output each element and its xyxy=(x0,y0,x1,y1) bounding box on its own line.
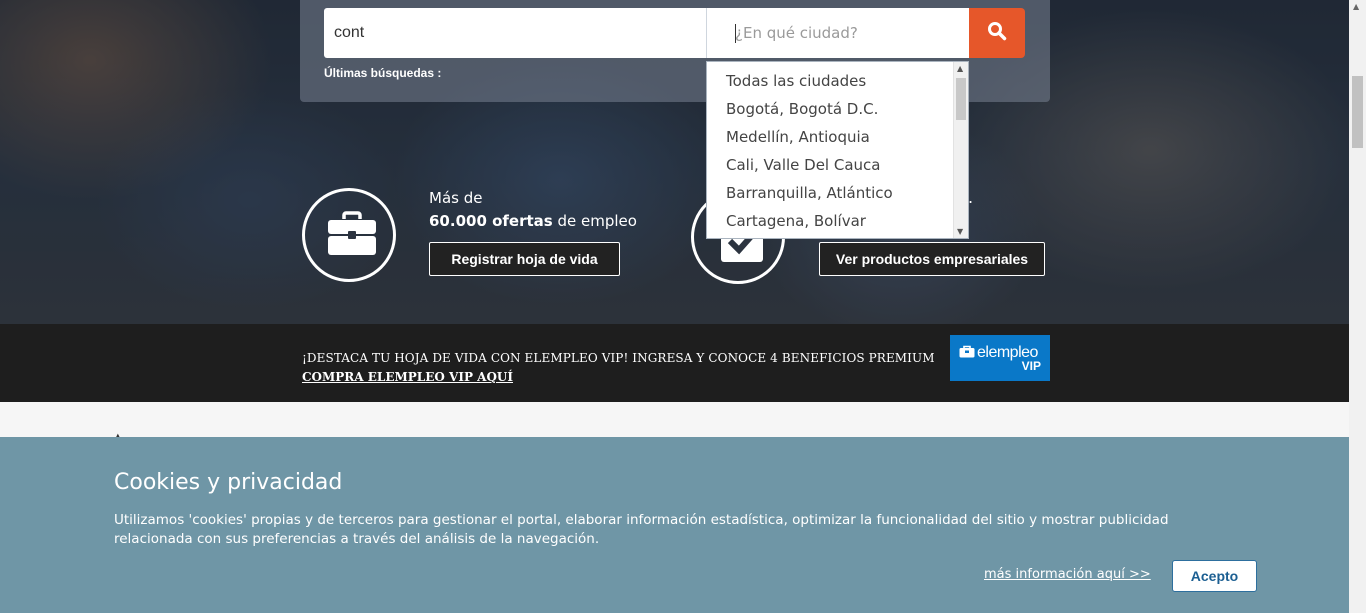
city-option-barranquilla[interactable]: Barranquilla, Atlántico xyxy=(707,179,968,207)
vip-headline: ¡DESTACA TU HOJA DE VIDA CON ELEMPLEO VI… xyxy=(302,351,935,365)
offers-circle xyxy=(302,188,396,282)
vip-buy-link[interactable]: COMPRA ELEMPLEO VIP AQUÍ xyxy=(302,370,513,384)
offers-count-line: 60.000 ofertas de empleo xyxy=(429,212,637,230)
keyword-input[interactable] xyxy=(324,8,706,58)
city-option-cali[interactable]: Cali, Valle Del Cauca xyxy=(707,151,968,179)
city-dropdown-list[interactable]: Todas las ciudades Bogotá, Bogotá D.C. M… xyxy=(706,61,969,239)
city-option-bogota[interactable]: Bogotá, Bogotá D.C. xyxy=(707,95,968,123)
cookie-title: Cookies y privacidad xyxy=(114,470,343,495)
register-cv-button[interactable]: Registrar hoja de vida xyxy=(429,242,620,276)
logo-vip-text: VIP xyxy=(1021,359,1041,373)
page-scroll-up-icon[interactable]: ▲ xyxy=(1353,2,1359,11)
city-input[interactable] xyxy=(706,8,969,58)
cookie-accept-button[interactable]: Acepto xyxy=(1172,560,1257,592)
text-caret xyxy=(735,24,736,43)
offers-count: 60.000 ofertas xyxy=(429,212,553,230)
vip-banner: ¡DESTACA TU HOJA DE VIDA CON ELEMPLEO VI… xyxy=(0,324,1349,402)
scroll-down-icon[interactable]: ▼ xyxy=(957,227,963,236)
city-option-all[interactable]: Todas las ciudades xyxy=(707,67,968,95)
cookie-more-info-link[interactable]: más información aquí >> xyxy=(984,567,1151,582)
elempleo-vip-logo[interactable]: elempleo VIP xyxy=(950,335,1050,381)
city-option-medellin[interactable]: Medellín, Antioquia xyxy=(707,123,968,151)
scroll-up-icon[interactable]: ▲ xyxy=(957,64,963,73)
business-products-button[interactable]: Ver productos empresariales xyxy=(819,242,1045,276)
dropdown-scroll-thumb[interactable] xyxy=(956,78,966,120)
offers-suffix: de empleo xyxy=(552,212,637,230)
briefcase-icon xyxy=(326,211,378,261)
cookie-description: Utilizamos 'cookies' propias y de tercer… xyxy=(114,512,1169,547)
page-scroll-thumb[interactable] xyxy=(1352,76,1363,148)
city-option-cartagena[interactable]: Cartagena, Bolívar xyxy=(707,207,968,235)
cookie-banner: Cookies y privacidad Utilizamos 'cookies… xyxy=(0,437,1349,613)
page-scrollbar[interactable]: ▲ xyxy=(1349,0,1366,613)
search-icon xyxy=(987,21,1007,45)
recent-searches-label: Últimas búsquedas : xyxy=(324,66,442,80)
content-strip: ▲ xyxy=(0,402,1349,443)
search-button[interactable] xyxy=(969,8,1025,58)
dropdown-scrollbar[interactable]: ▲ ▼ xyxy=(953,62,968,238)
elempleo-bag-icon xyxy=(959,345,975,363)
offers-prefix: Más de xyxy=(429,189,483,207)
